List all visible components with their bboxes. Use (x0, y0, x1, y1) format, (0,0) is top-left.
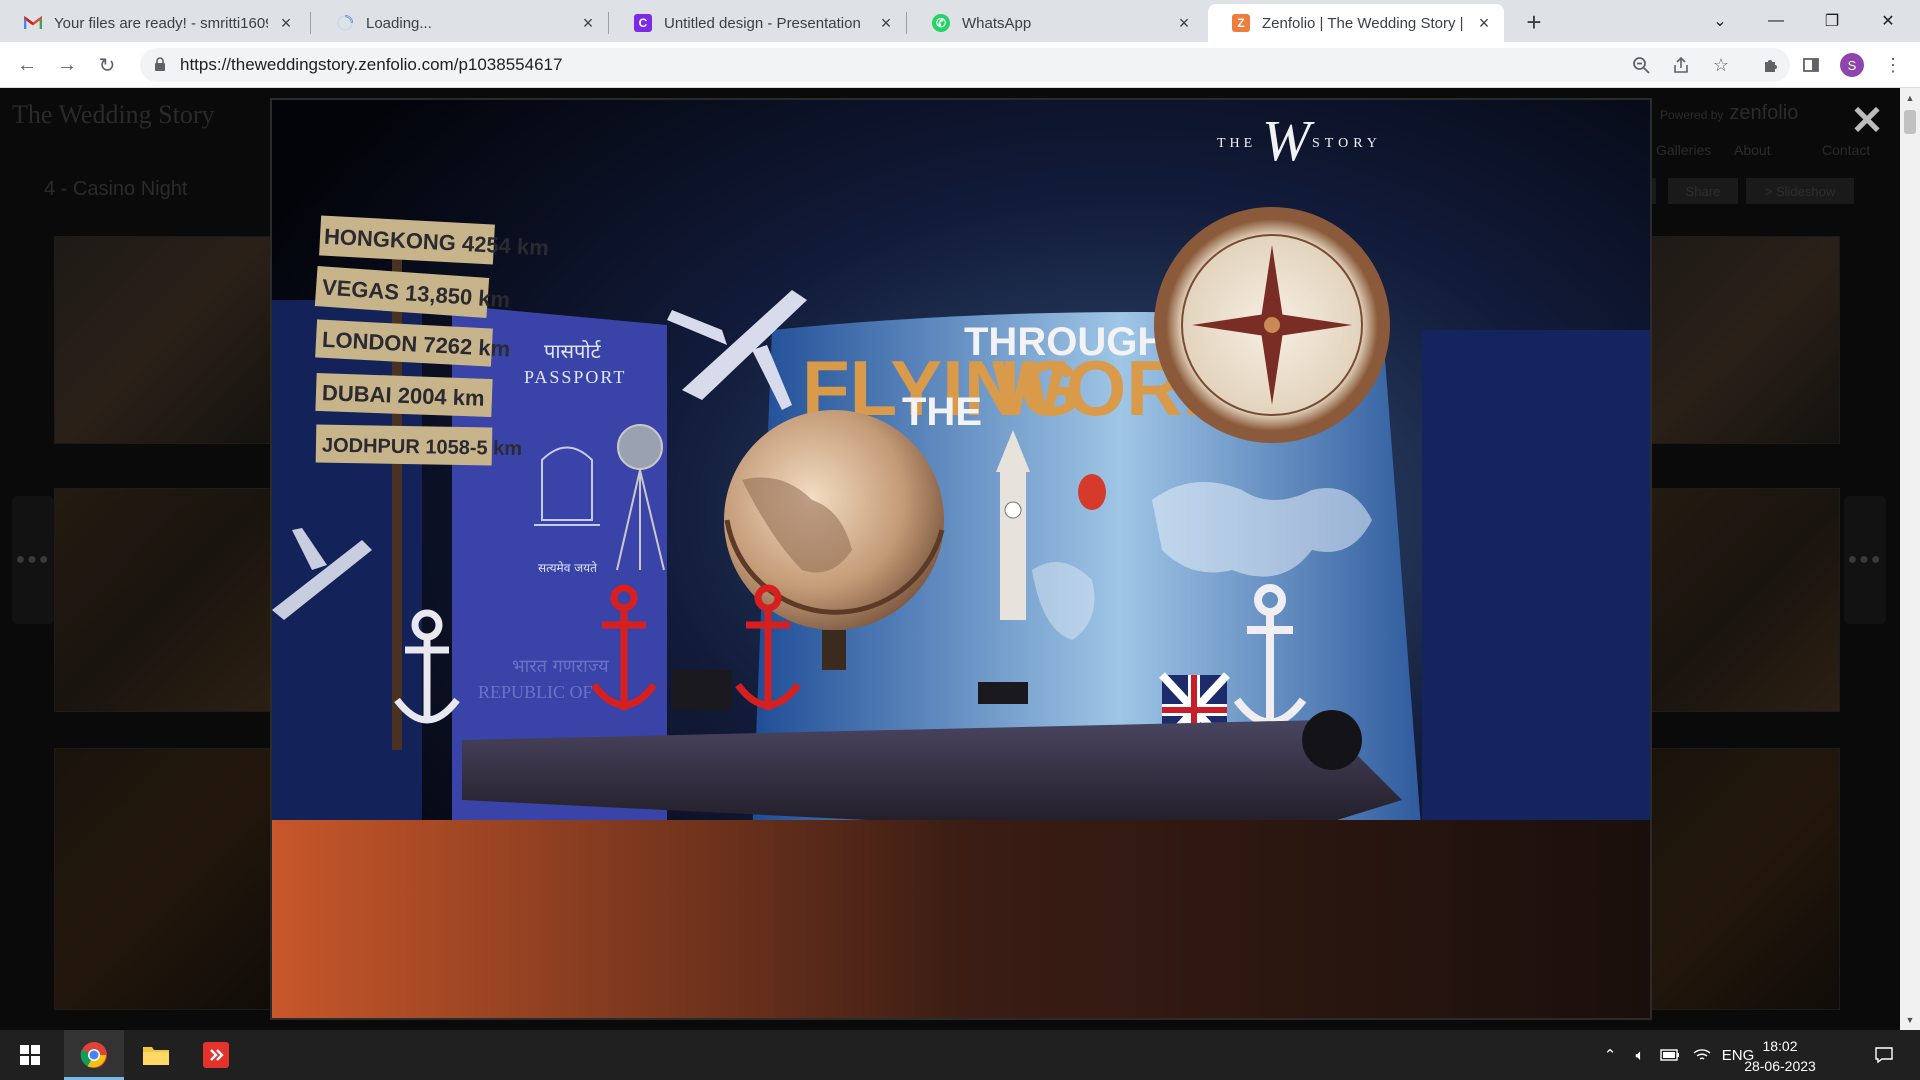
chrome-taskbar-icon[interactable] (64, 1030, 124, 1080)
site-title[interactable]: The Wedding Story (12, 100, 215, 130)
battery-icon[interactable] (1656, 1030, 1684, 1080)
share-button[interactable]: Share (1668, 178, 1738, 204)
tab-title: Your files are ready! - smritti1609 (54, 14, 268, 32)
whatsapp-icon: ✆ (932, 14, 950, 32)
passport-bottom-hindi: भारत गणराज्य (512, 656, 609, 677)
gallery-thumbnail[interactable] (54, 748, 274, 1010)
close-tab-icon[interactable]: × (578, 13, 598, 33)
clock-time: 18:02 (1762, 1038, 1798, 1054)
tab-title: Untitled design - Presentation (664, 14, 861, 32)
tab-canva[interactable]: C Untitled design - Presentation × (610, 4, 906, 42)
tab-whatsapp[interactable]: ✆ WhatsApp × (908, 4, 1204, 42)
profile-avatar[interactable]: S (1840, 53, 1864, 77)
clock-date: 28-06-2023 (1744, 1058, 1816, 1074)
watermark-story: STORY (1312, 136, 1382, 151)
curtain-right (1422, 330, 1650, 850)
reload-icon[interactable]: ↻ (92, 50, 122, 80)
gallery-thumbnail[interactable] (1650, 236, 1840, 444)
tab-strip: Your files are ready! - smritti1609 × Lo… (0, 0, 1920, 42)
close-tab-icon[interactable]: × (276, 13, 296, 33)
gallery-thumbnail[interactable] (54, 236, 274, 444)
tab-gmail[interactable]: Your files are ready! - smritti1609 × (0, 4, 306, 42)
hot-air-balloon (1078, 474, 1106, 510)
kebab-menu-icon[interactable]: ⋮ (1876, 48, 1910, 82)
extensions-puzzle-icon[interactable] (1754, 48, 1788, 82)
tab-separator (608, 12, 609, 34)
passport-english: PASSPORT (524, 367, 626, 387)
powered-by[interactable]: Powered by zenfolio (1660, 102, 1798, 125)
zoom-icon[interactable] (1624, 48, 1658, 82)
tab-title: Zenfolio | The Wedding Story | 4 (1262, 14, 1466, 32)
banner-text-the: THE (902, 390, 982, 434)
gmail-icon (24, 14, 42, 32)
volume-icon[interactable]: 🔈︎ (1626, 1030, 1654, 1080)
menu-contact[interactable]: Contact (1822, 142, 1870, 158)
close-tab-icon[interactable]: × (1174, 13, 1194, 33)
windows-taskbar: ⌃ 🔈︎ ENG 18:02 28-06-2023 (0, 1030, 1920, 1080)
powered-by-label: Powered by (1660, 108, 1724, 122)
zenfolio-brand: zenfolio (1729, 102, 1799, 124)
back-arrow-icon[interactable]: ← (12, 50, 42, 80)
passport-bottom-english: REPUBLIC OF (478, 682, 593, 702)
app-red-icon[interactable] (186, 1030, 246, 1080)
file-explorer-icon[interactable] (126, 1030, 186, 1080)
scroll-thumb[interactable] (1904, 110, 1916, 134)
tab-search-button[interactable]: ⌄ (1692, 0, 1748, 42)
scroll-down-icon[interactable]: ▼ (1900, 1012, 1920, 1028)
wifi-icon[interactable] (1688, 1030, 1716, 1080)
zenfolio-icon: Z (1232, 14, 1250, 32)
previous-arrow[interactable]: ●●● (12, 496, 54, 624)
passport-hindi: पासपोर्ट (544, 339, 602, 363)
lightbox-close-button[interactable]: ✕ (1846, 99, 1888, 143)
lock-icon[interactable] (154, 56, 174, 74)
gallery-thumbnail[interactable] (1650, 488, 1840, 712)
stage-light (978, 682, 1028, 704)
gallery-title: 4 - Casino Night (44, 178, 188, 200)
close-tab-icon[interactable]: × (1474, 13, 1494, 33)
event-decor-photo: FLYING THROUGH THE WORLD पासपोर्ट PASSPO… (272, 100, 1650, 1018)
close-tab-icon[interactable]: × (876, 13, 896, 33)
next-arrow[interactable]: ●●● (1844, 496, 1886, 624)
browser-toolbar: ← → ↻ https://theweddingstory.zenfolio.c… (0, 42, 1920, 88)
menu-about[interactable]: About (1734, 142, 1771, 158)
stage-light (1302, 710, 1362, 770)
minimize-button[interactable]: — (1748, 0, 1804, 42)
scroll-up-icon[interactable]: ▲ (1900, 90, 1920, 106)
page-scrollbar[interactable]: ▲ ▼ (1900, 88, 1920, 1030)
slideshow-button[interactable]: > Slideshow (1746, 178, 1854, 204)
tab-loading[interactable]: Loading... × (312, 4, 608, 42)
gallery-thumbnail[interactable] (54, 488, 274, 712)
address-bar[interactable]: https://theweddingstory.zenfolio.com/p10… (140, 48, 1790, 82)
forward-arrow-icon[interactable]: → (52, 50, 82, 80)
tab-title: Loading... (366, 14, 432, 32)
side-panel-icon[interactable] (1794, 48, 1828, 82)
url-text: https://theweddingstory.zenfolio.com/p10… (180, 55, 563, 74)
bookmark-star-icon[interactable]: ☆ (1704, 48, 1738, 82)
show-hidden-icons-chevron-icon[interactable]: ⌃ (1598, 1030, 1622, 1080)
watermark-the: THE (1217, 136, 1256, 151)
new-tab-button[interactable]: + (1520, 7, 1548, 37)
ground (272, 820, 1650, 1018)
notification-center-icon[interactable] (1864, 1030, 1904, 1080)
windows-start-icon[interactable] (0, 1030, 60, 1080)
loading-spinner-icon (336, 14, 354, 32)
close-window-button[interactable]: ✕ (1860, 0, 1916, 42)
stage-light (672, 670, 732, 710)
sign-jodhpur: JODHPUR 1058-5 km (322, 435, 522, 460)
tab-separator (906, 12, 907, 34)
canva-icon: C (634, 14, 652, 32)
passport-motto: सत्यमेव जयते (538, 561, 598, 575)
clock[interactable]: 18:02 28-06-2023 (1730, 1036, 1830, 1076)
lightbox-photo[interactable]: FLYING THROUGH THE WORLD पासपोर्ट PASSPO… (270, 98, 1652, 1020)
tab-separator (310, 12, 311, 34)
compass-prop (1154, 207, 1390, 443)
tab-title: WhatsApp (962, 14, 1032, 32)
restore-button[interactable]: ❐ (1804, 0, 1860, 42)
gallery-thumbnail[interactable] (1650, 748, 1840, 1010)
watermark-w: W (1262, 108, 1315, 173)
share-icon[interactable] (1664, 48, 1698, 82)
tab-zenfolio[interactable]: Z Zenfolio | The Wedding Story | 4 × (1208, 4, 1504, 42)
menu-galleries[interactable]: Galleries (1656, 142, 1711, 158)
